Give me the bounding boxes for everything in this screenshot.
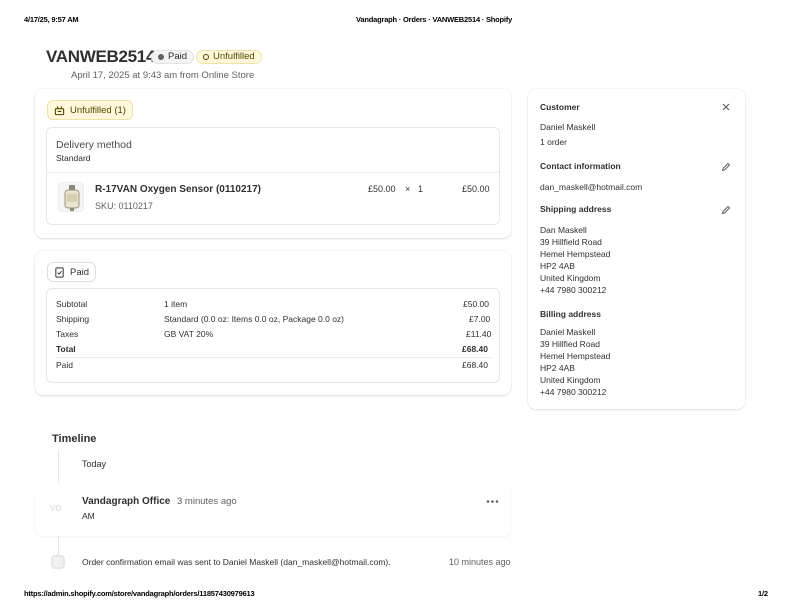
order-subtitle: April 17, 2025 at 9:43 am from Online St… <box>71 70 255 81</box>
billing-address-line: Daniel Maskell <box>540 327 596 337</box>
divider <box>47 172 499 173</box>
close-icon[interactable] <box>722 103 730 111</box>
summary-amount-subtotal: £50.00 <box>463 299 489 309</box>
line-item-total: £50.00 <box>462 184 490 194</box>
timeline-comment-card <box>35 483 511 536</box>
summary-detail-shipping: Standard (0.0 oz: Items 0.0 oz, Package … <box>164 314 345 324</box>
summary-amount-taxes: £11.40 <box>466 329 492 339</box>
customer-name-link[interactable]: Daniel Maskell <box>540 122 595 132</box>
print-url: https://admin.shopify.com/store/vandagra… <box>24 589 255 598</box>
pencil-icon[interactable] <box>721 205 731 215</box>
receipt-check-icon <box>55 266 64 278</box>
contact-info-heading: Contact information <box>540 161 621 171</box>
summary-label-subtotal: Subtotal <box>56 299 88 309</box>
fulfillment-box-icon <box>54 105 65 115</box>
summary-amount-total: £68.40 <box>462 344 488 354</box>
order-title: VANWEB2514 <box>46 47 156 66</box>
summary-label-total: Total <box>56 344 76 354</box>
summary-label-paid: Paid <box>56 360 74 370</box>
billing-address-heading: Billing address <box>540 309 601 319</box>
shipping-address-line: Hemel Hempstead <box>540 249 611 259</box>
customer-order-count[interactable]: 1 order <box>540 137 567 147</box>
billing-address-line: United Kingdom <box>540 375 601 385</box>
status-ring-icon <box>203 54 209 60</box>
customer-email[interactable]: dan_maskell@hotmail.com <box>540 182 642 192</box>
shipping-address-line: Dan Maskell <box>540 225 587 235</box>
shipping-address-line: HP2 4AB <box>540 261 575 271</box>
summary-detail-subtotal: 1 item <box>164 299 188 309</box>
summary-label-shipping: Shipping <box>56 314 90 324</box>
comment-body: AM <box>82 511 95 521</box>
print-datetime: 4/17/25, 9:57 AM <box>24 15 79 24</box>
timeline-heading: Timeline <box>52 433 97 445</box>
comment-author: Vandagraph Office <box>82 496 171 507</box>
shipping-address-line: 39 Hillfield Road <box>540 237 602 247</box>
timeline-day-label: Today <box>82 459 107 469</box>
shipping-address-heading: Shipping address <box>540 204 612 214</box>
summary-detail-taxes: GB VAT 20% <box>164 329 214 339</box>
unfulfilled-status-pill: Unfulfilled (1) <box>47 100 133 120</box>
shipping-address-line: United Kingdom <box>540 273 601 283</box>
print-page-title: Vandagraph · Orders · VANWEB2514 · Shopi… <box>356 15 513 24</box>
summary-label-taxes: Taxes <box>56 329 79 339</box>
billing-address-phone: +44 7980 300212 <box>540 387 607 397</box>
product-thumbnail[interactable] <box>58 182 84 212</box>
pencil-icon[interactable] <box>721 162 731 172</box>
summary-amount-shipping: £7.00 <box>469 314 491 324</box>
oxygen-sensor-image <box>64 185 80 211</box>
avatar: VO <box>50 504 62 513</box>
status-dot-icon <box>158 54 164 60</box>
fulfillment-status-badge: Unfulfilled <box>196 50 262 64</box>
line-item-times: × <box>405 184 411 194</box>
line-item-quantity: 1 <box>418 184 424 194</box>
customer-heading: Customer <box>540 102 580 112</box>
payment-status-badge: Paid <box>151 50 195 64</box>
comment-timestamp: 3 minutes ago <box>177 496 237 507</box>
line-item-price: £50.00 <box>368 184 396 194</box>
paid-status-pill: Paid <box>47 262 97 282</box>
billing-address-line: 39 Hillfied Road <box>540 339 601 349</box>
timeline-event-time: 10 minutes ago <box>449 557 511 567</box>
print-page-number: 1/2 <box>758 589 768 598</box>
billing-address-line: HP2 4AB <box>540 363 575 373</box>
timeline-event-dot <box>51 555 65 569</box>
timeline-event-text: Order confirmation email was sent to Dan… <box>82 557 391 567</box>
summary-amount-paid: £68.40 <box>462 360 488 370</box>
line-item-sku: SKU: 0110217 <box>95 201 153 211</box>
delivery-method-value: Standard <box>56 153 91 163</box>
more-horizontal-icon[interactable] <box>486 499 499 504</box>
divider <box>56 357 492 358</box>
payment-summary-box <box>46 288 500 383</box>
shipping-address-phone: +44 7980 300212 <box>540 285 607 295</box>
billing-address-line: Hemel Hempstead <box>540 351 611 361</box>
delivery-method-heading: Delivery method <box>56 139 132 151</box>
line-item-title[interactable]: R-17VAN Oxygen Sensor (0110217) <box>95 184 261 195</box>
